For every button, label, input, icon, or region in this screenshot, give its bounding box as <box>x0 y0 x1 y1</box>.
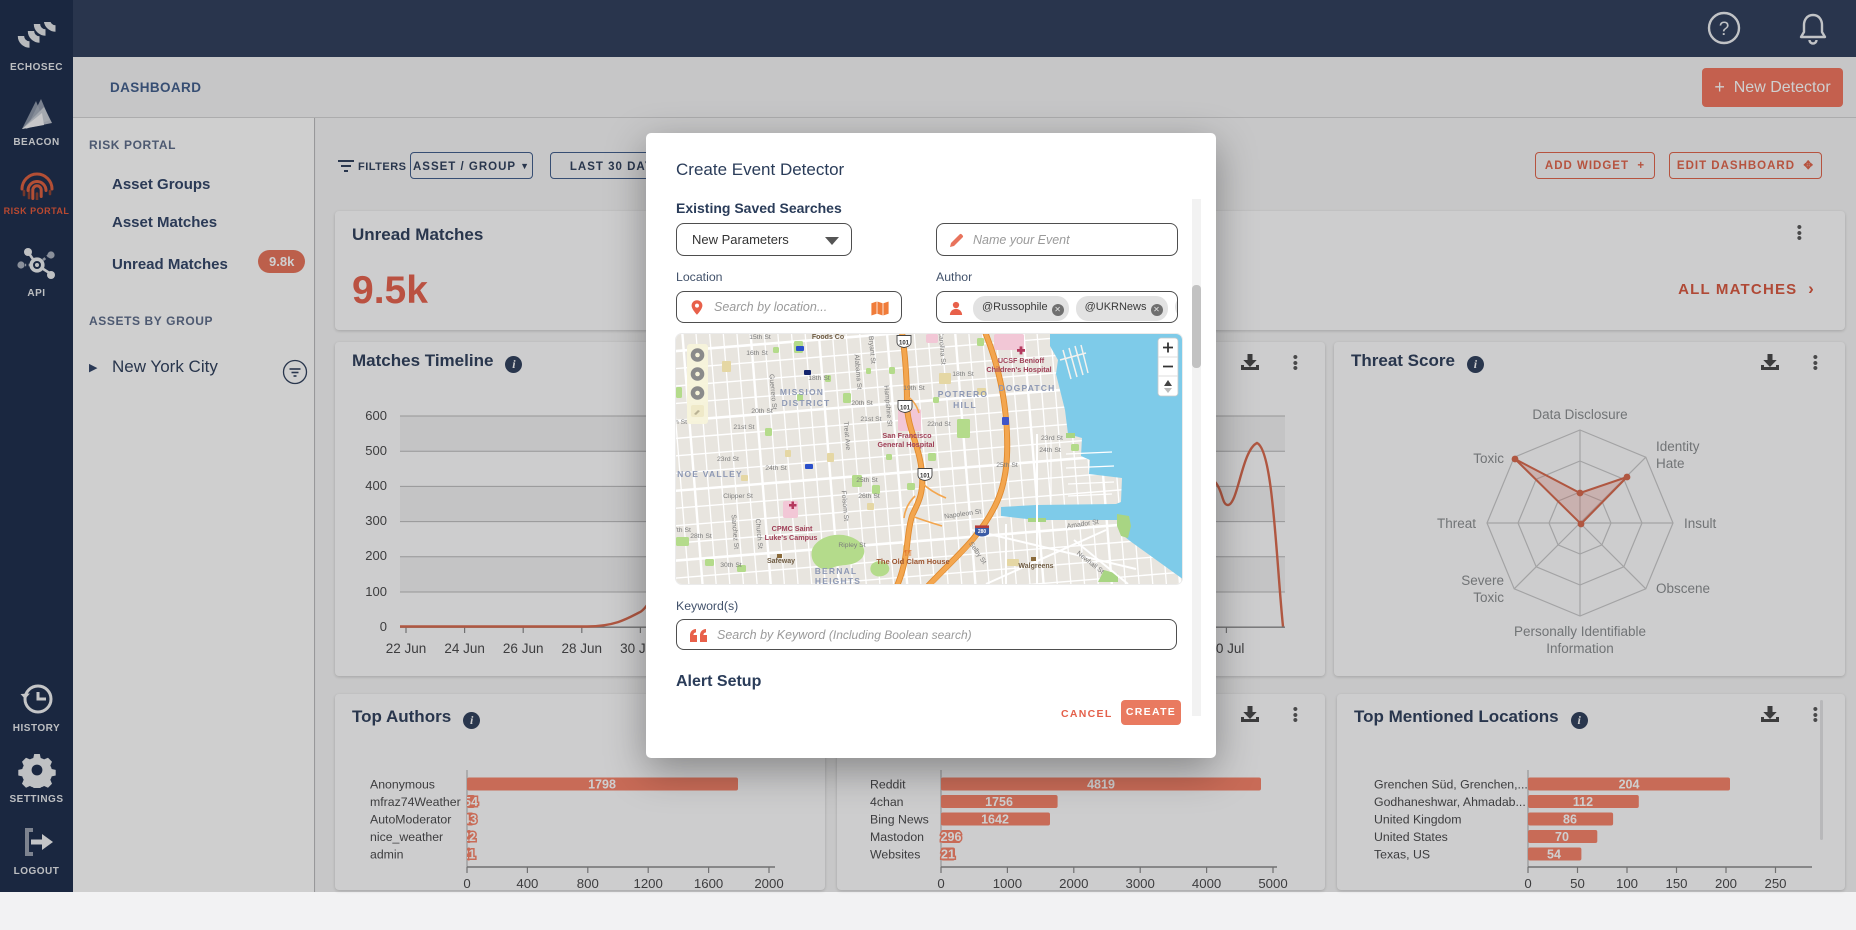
svg-text:General Hospital: General Hospital <box>877 440 934 449</box>
svg-text:30th St: 30th St <box>720 562 742 569</box>
svg-text:Safeway: Safeway <box>767 558 795 565</box>
svg-text:San Francisco: San Francisco <box>882 431 932 440</box>
svg-text:Foods Co: Foods Co <box>812 334 844 341</box>
svg-text:16th St: 16th St <box>746 350 768 357</box>
svg-text:20th St: 20th St <box>851 400 873 407</box>
svg-text:24th St: 24th St <box>1039 447 1061 454</box>
svg-text:23rd St: 23rd St <box>717 456 739 463</box>
svg-text:101: 101 <box>899 341 910 347</box>
svg-text:Luke's Campus: Luke's Campus <box>765 533 818 542</box>
svg-text:101: 101 <box>920 474 931 480</box>
svg-text:18th St: 18th St <box>952 371 974 378</box>
svg-text:POTRERO: POTRERO <box>938 389 988 399</box>
svg-text:25th St: 25th St <box>996 462 1018 469</box>
svg-text:BERNAL: BERNAL <box>815 566 858 576</box>
svg-text:26th St: 26th St <box>858 493 880 500</box>
svg-text:18th St: 18th St <box>808 375 830 382</box>
svg-text:22nd St: 22nd St <box>927 421 951 428</box>
svg-text:21st St: 21st St <box>860 416 881 423</box>
svg-text:23rd St: 23rd St <box>1041 435 1063 442</box>
svg-text:25th St: 25th St <box>856 477 878 484</box>
svg-text:MISSION: MISSION <box>780 387 824 397</box>
svg-text:h St: h St <box>676 419 687 426</box>
svg-text:Walgreens: Walgreens <box>1018 563 1053 570</box>
svg-text:15th St: 15th St <box>749 334 771 341</box>
svg-text:Ripley St: Ripley St <box>838 542 865 549</box>
svg-text:28th St: 28th St <box>690 533 712 540</box>
svg-text:DOGPATCH: DOGPATCH <box>999 383 1056 393</box>
svg-text:280: 280 <box>978 529 987 535</box>
svg-text:HILL: HILL <box>953 400 977 410</box>
svg-text:Clipper St: Clipper St <box>723 493 753 500</box>
svg-text:CPMC Saint: CPMC Saint <box>772 524 813 533</box>
svg-text:Children's Hospital: Children's Hospital <box>986 365 1051 374</box>
svg-text:The Old Clam House: The Old Clam House <box>876 557 949 566</box>
svg-text:DISTRICT: DISTRICT <box>782 398 831 408</box>
svg-text:21st St: 21st St <box>733 424 754 431</box>
svg-text:101: 101 <box>900 406 911 412</box>
svg-text:24th St: 24th St <box>765 465 787 472</box>
svg-text:20th St: 20th St <box>751 408 773 415</box>
svg-text:HEIGHTS: HEIGHTS <box>815 576 861 584</box>
svg-text:7th St: 7th St <box>676 527 691 534</box>
svg-text:UCSF Benioff: UCSF Benioff <box>998 356 1045 365</box>
svg-text:¶¶: ¶¶ <box>904 550 912 557</box>
svg-text:NOE VALLEY: NOE VALLEY <box>677 469 743 479</box>
svg-text:19th St: 19th St <box>903 385 925 392</box>
